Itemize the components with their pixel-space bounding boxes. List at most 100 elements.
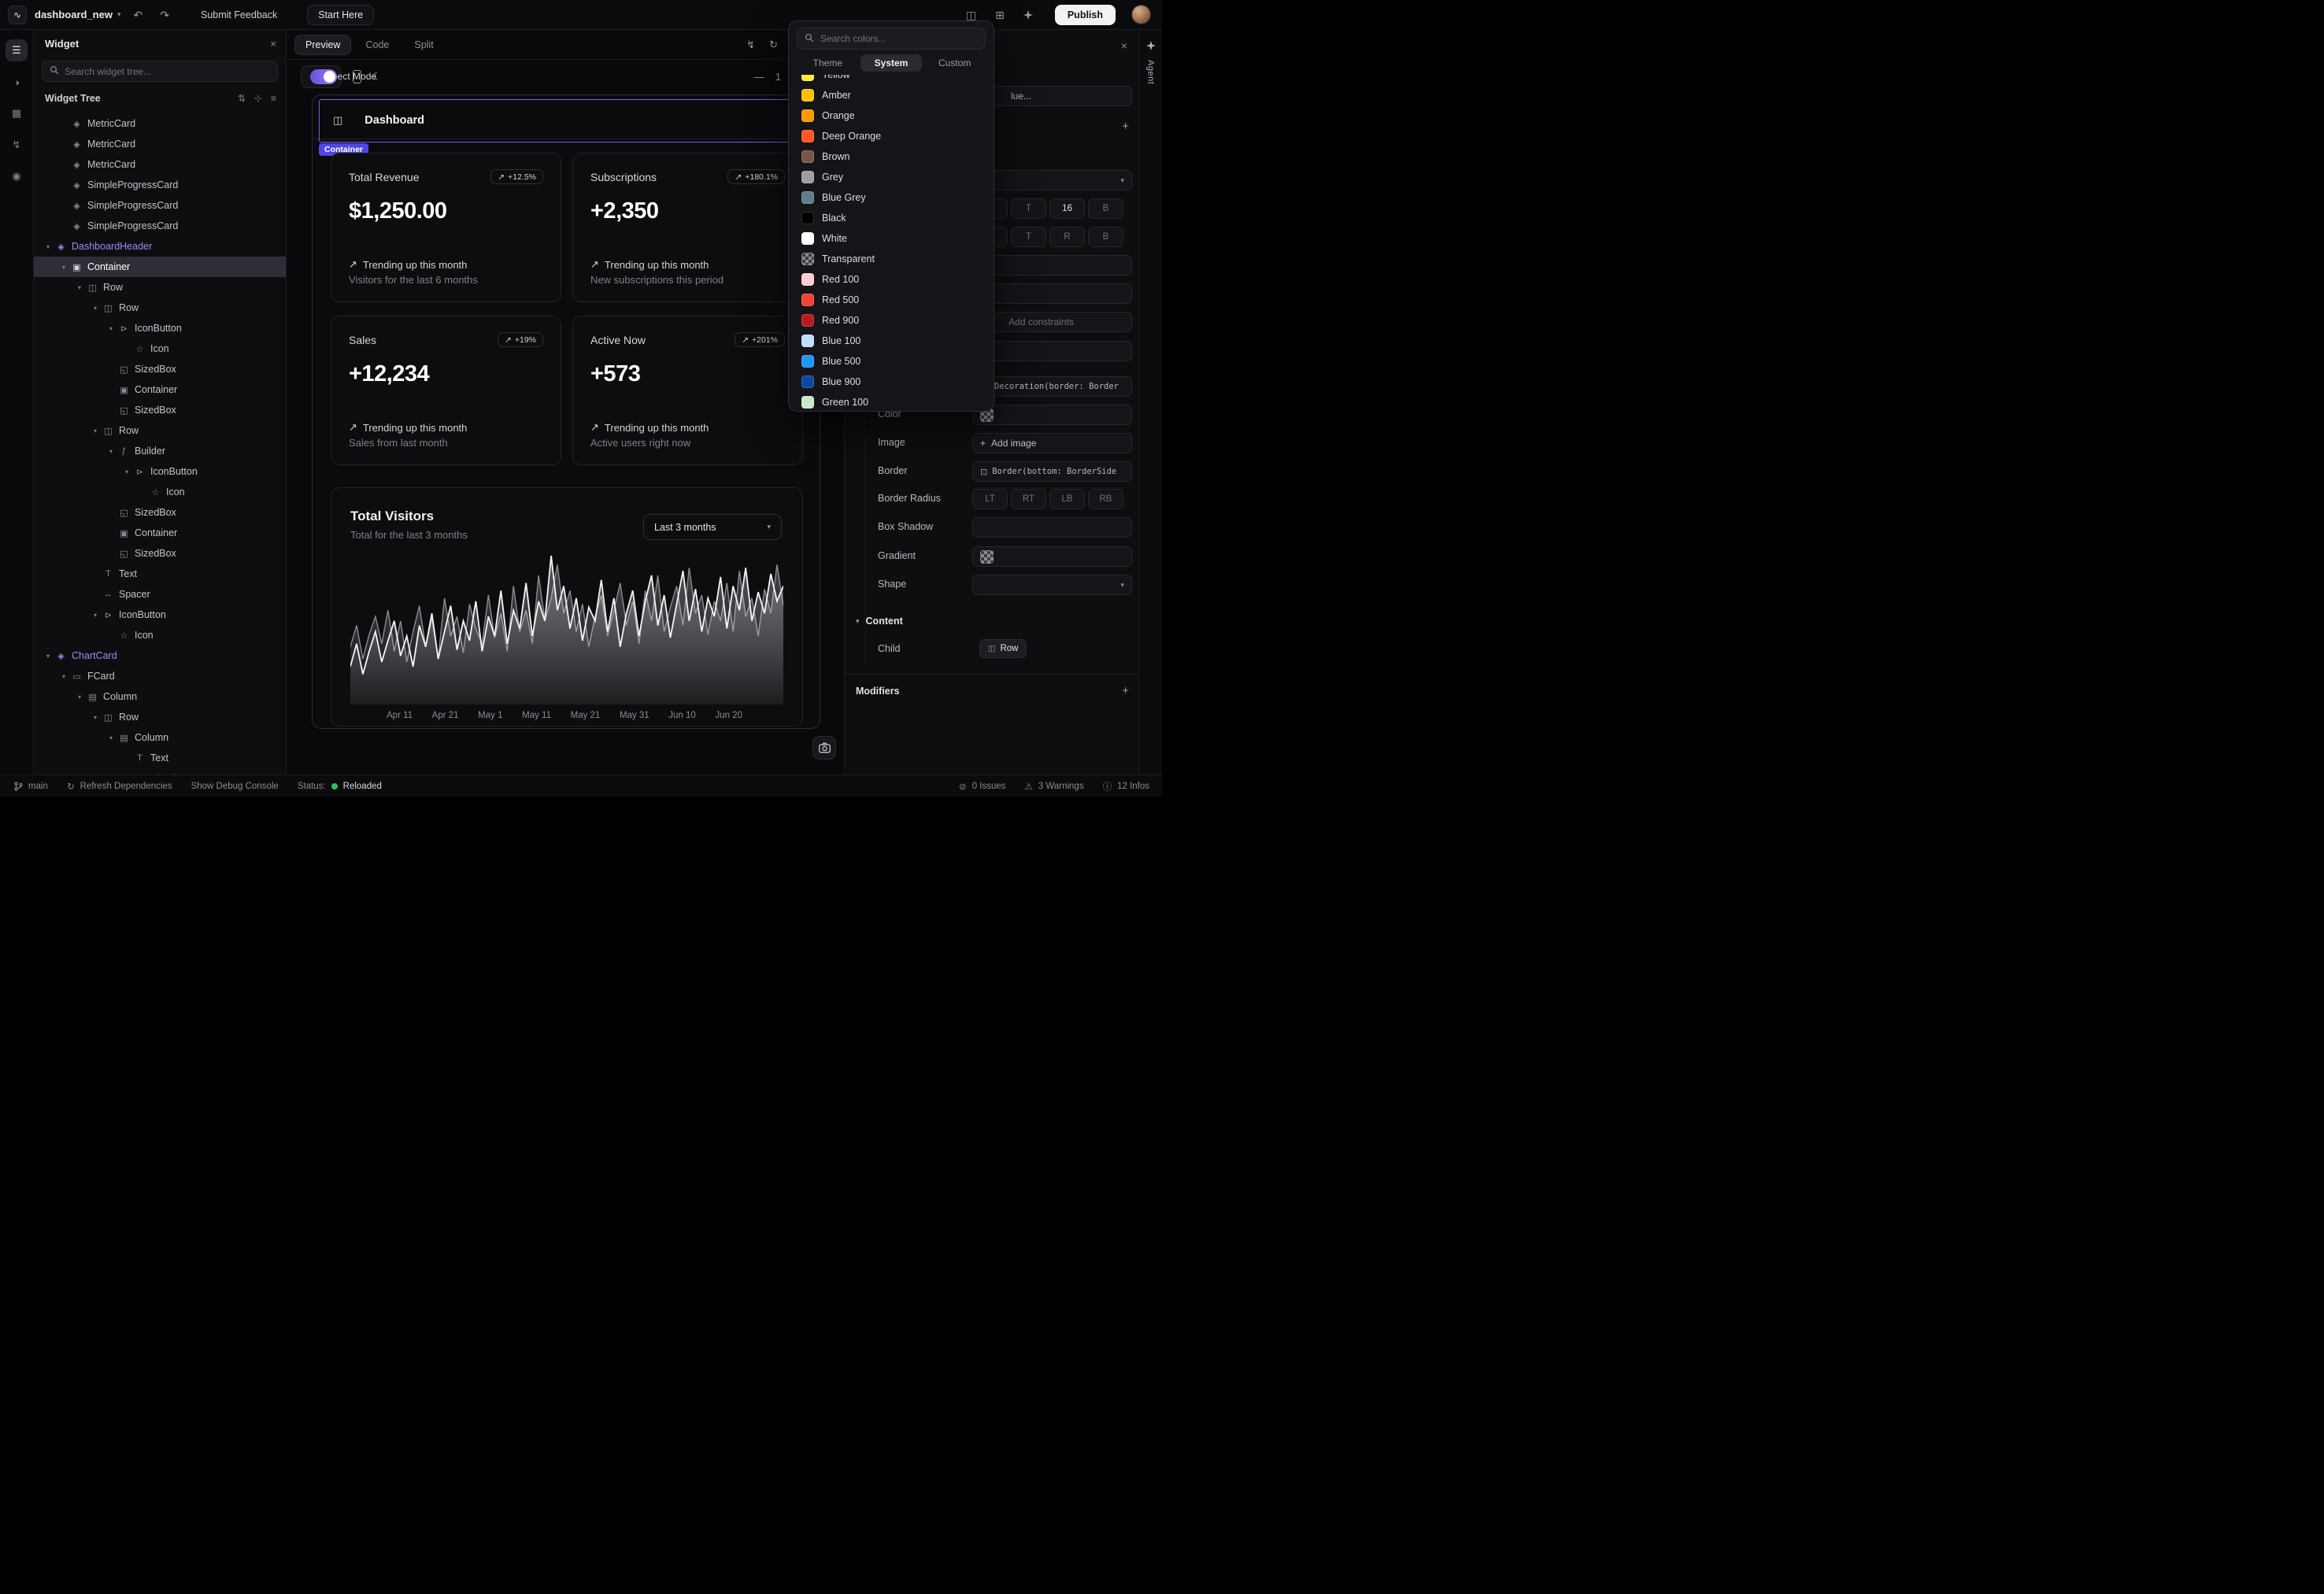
tree-item-iconbutton[interactable]: ▾⊳IconButton <box>34 461 286 482</box>
tree-item-row[interactable]: ▾◫Row <box>34 707 286 727</box>
start-here-button[interactable]: Start Here <box>307 5 374 25</box>
tree-item-icon[interactable]: ☆Icon <box>34 482 286 502</box>
chevron-down-icon[interactable]: ▾ <box>105 734 117 742</box>
color-option-red-100[interactable]: Red 100 <box>789 269 994 290</box>
sort-icon[interactable]: ⇅ <box>238 93 246 104</box>
rail-item-assets[interactable]: ▦ <box>6 102 28 124</box>
gradient-swatch[interactable] <box>980 550 994 564</box>
add-modifier-button[interactable]: + <box>1122 684 1129 697</box>
chevron-down-icon[interactable]: ▾ <box>57 673 70 680</box>
ltrb-field[interactable]: LB <box>1049 489 1085 509</box>
rail-item-actions[interactable]: ↯ <box>6 134 28 156</box>
quick-action-icon[interactable]: ↯ <box>746 39 755 51</box>
user-avatar[interactable] <box>1131 5 1151 24</box>
sparkle-icon[interactable] <box>1019 7 1038 23</box>
app-logo[interactable]: ∿ <box>8 6 27 24</box>
color-option-red-900[interactable]: Red 900 <box>789 310 994 331</box>
show-debug-console-button[interactable]: Show Debug Console <box>191 782 279 791</box>
chevron-down-icon[interactable]: ▾ <box>73 284 86 291</box>
chevron-down-icon[interactable]: ▾ <box>89 305 102 312</box>
reload-icon[interactable]: ↻ <box>769 39 778 51</box>
tree-item-sizedbox[interactable]: ◱SizedBox <box>34 502 286 523</box>
tree-item-icon[interactable]: ☆Icon <box>34 338 286 359</box>
screenshot-button[interactable] <box>812 736 836 760</box>
ltrb-field[interactable]: T <box>1011 227 1046 247</box>
color-field[interactable] <box>972 405 1132 425</box>
box-shadow-field[interactable] <box>972 517 1132 538</box>
inspect-mode-toggle[interactable] <box>310 69 337 84</box>
color-option-deep-orange[interactable]: Deep Orange <box>789 126 994 146</box>
agent-sparkle-icon[interactable] <box>1146 41 1156 50</box>
ltrb-field[interactable]: RT <box>1011 489 1046 509</box>
inspect-mode-control[interactable]: Inspect Mode <box>301 65 342 88</box>
app-preview-canvas[interactable]: ◫ Dashboard ⊞ Container Total Revenue↗+1… <box>312 94 820 729</box>
color-option-blue-grey[interactable]: Blue Grey <box>789 187 994 208</box>
tree-item-sizedbox[interactable]: ◱SizedBox <box>34 768 286 775</box>
locate-icon[interactable]: ⊹ <box>254 93 262 104</box>
infos-counter[interactable]: ⓘ 12 Infos <box>1103 780 1149 793</box>
tree-item-container[interactable]: ▣Container <box>34 379 286 400</box>
ltrb-field[interactable]: LT <box>972 489 1008 509</box>
color-option-red-500[interactable]: Red 500 <box>789 290 994 310</box>
refresh-dependencies-button[interactable]: ↻ Refresh Dependencies <box>67 781 172 792</box>
tree-item-metriccard[interactable]: ◈MetricCard <box>34 134 286 154</box>
tree-item-simpleprogresscard[interactable]: ◈SimpleProgressCard <box>34 175 286 195</box>
tree-item-text[interactable]: TText <box>34 564 286 584</box>
tree-item-container[interactable]: ▾▣Container <box>34 257 286 277</box>
add-image-button[interactable]: +Add image <box>972 433 1132 453</box>
tree-item-builder[interactable]: ▾ƒBuilder <box>34 441 286 461</box>
color-option-white[interactable]: White <box>789 228 994 249</box>
tab-custom[interactable]: Custom <box>923 54 986 72</box>
tab-split[interactable]: Split <box>403 35 444 55</box>
chevron-down-icon[interactable]: ▾ <box>89 427 102 435</box>
color-option-brown[interactable]: Brown <box>789 146 994 167</box>
rail-item-widget-tree[interactable]: ☰ <box>6 39 28 61</box>
ltrb-field[interactable]: R <box>1049 227 1085 247</box>
ltrb-field[interactable]: RB <box>1088 489 1123 509</box>
tree-item-metriccard[interactable]: ◈MetricCard <box>34 113 286 134</box>
content-section-header[interactable]: ▾ Content <box>856 616 903 627</box>
date-range-select[interactable]: Last 3 months ▾ <box>643 514 782 540</box>
chevron-down-icon[interactable]: ▾ <box>89 612 102 619</box>
color-option-orange[interactable]: Orange <box>789 105 994 126</box>
shape-select[interactable]: ▾ <box>972 575 1132 595</box>
git-branch[interactable]: main <box>14 782 48 791</box>
tab-theme[interactable]: Theme <box>797 54 859 72</box>
tree-item-fcard[interactable]: ▾▭FCard <box>34 666 286 686</box>
tab-preview[interactable]: Preview <box>294 35 351 55</box>
color-option-grey[interactable]: Grey <box>789 167 994 187</box>
zoom-out-icon[interactable]: — <box>754 71 764 83</box>
rail-item-integrations[interactable]: ◉ <box>6 165 28 187</box>
submit-feedback-button[interactable]: Submit Feedback <box>193 5 285 25</box>
tree-item-column[interactable]: ▾▤Column <box>34 686 286 707</box>
modifiers-section-header[interactable]: Modifiers <box>856 686 900 697</box>
ltrb-field[interactable]: 16 <box>1049 198 1085 219</box>
tree-item-container[interactable]: ▣Container <box>34 523 286 543</box>
chevron-down-icon[interactable]: ▾ <box>42 653 54 660</box>
redo-button[interactable]: ↷ <box>155 6 174 24</box>
undo-button[interactable]: ↶ <box>129 6 148 24</box>
tree-item-iconbutton[interactable]: ▾⊳IconButton <box>34 318 286 338</box>
color-option-blue-100[interactable]: Blue 100 <box>789 331 994 351</box>
chevron-down-icon[interactable]: ▾ <box>73 693 86 701</box>
tree-item-simpleprogresscard[interactable]: ◈SimpleProgressCard <box>34 195 286 216</box>
tree-item-row[interactable]: ▾◫Row <box>34 298 286 318</box>
color-search-input[interactable] <box>820 33 978 44</box>
color-option-blue-900[interactable]: Blue 900 <box>789 372 994 392</box>
chevron-down-icon[interactable]: ▾ <box>105 325 117 332</box>
sidebar-toggle-icon[interactable]: ◫ <box>333 114 342 127</box>
publish-button[interactable]: Publish <box>1055 5 1116 25</box>
ltrb-field[interactable]: B <box>1088 227 1123 247</box>
color-option-black[interactable]: Black <box>789 208 994 228</box>
toggle-grid-panel-icon[interactable]: ⊞ <box>990 6 1009 24</box>
tree-item-dashboardheader[interactable]: ▾◈DashboardHeader <box>34 236 286 257</box>
tree-item-row[interactable]: ▾◫Row <box>34 277 286 298</box>
tree-item-sizedbox[interactable]: ◱SizedBox <box>34 543 286 564</box>
add-property-button[interactable]: + <box>1122 120 1129 133</box>
close-icon[interactable]: × <box>270 38 276 50</box>
collapse-all-icon[interactable]: ≡ <box>271 93 276 104</box>
color-search[interactable] <box>797 28 986 50</box>
tree-item-text[interactable]: TText <box>34 748 286 768</box>
warnings-counter[interactable]: ⚠ 3 Warnings <box>1025 781 1084 792</box>
issues-counter[interactable]: ⊘ 0 Issues <box>959 781 1005 792</box>
